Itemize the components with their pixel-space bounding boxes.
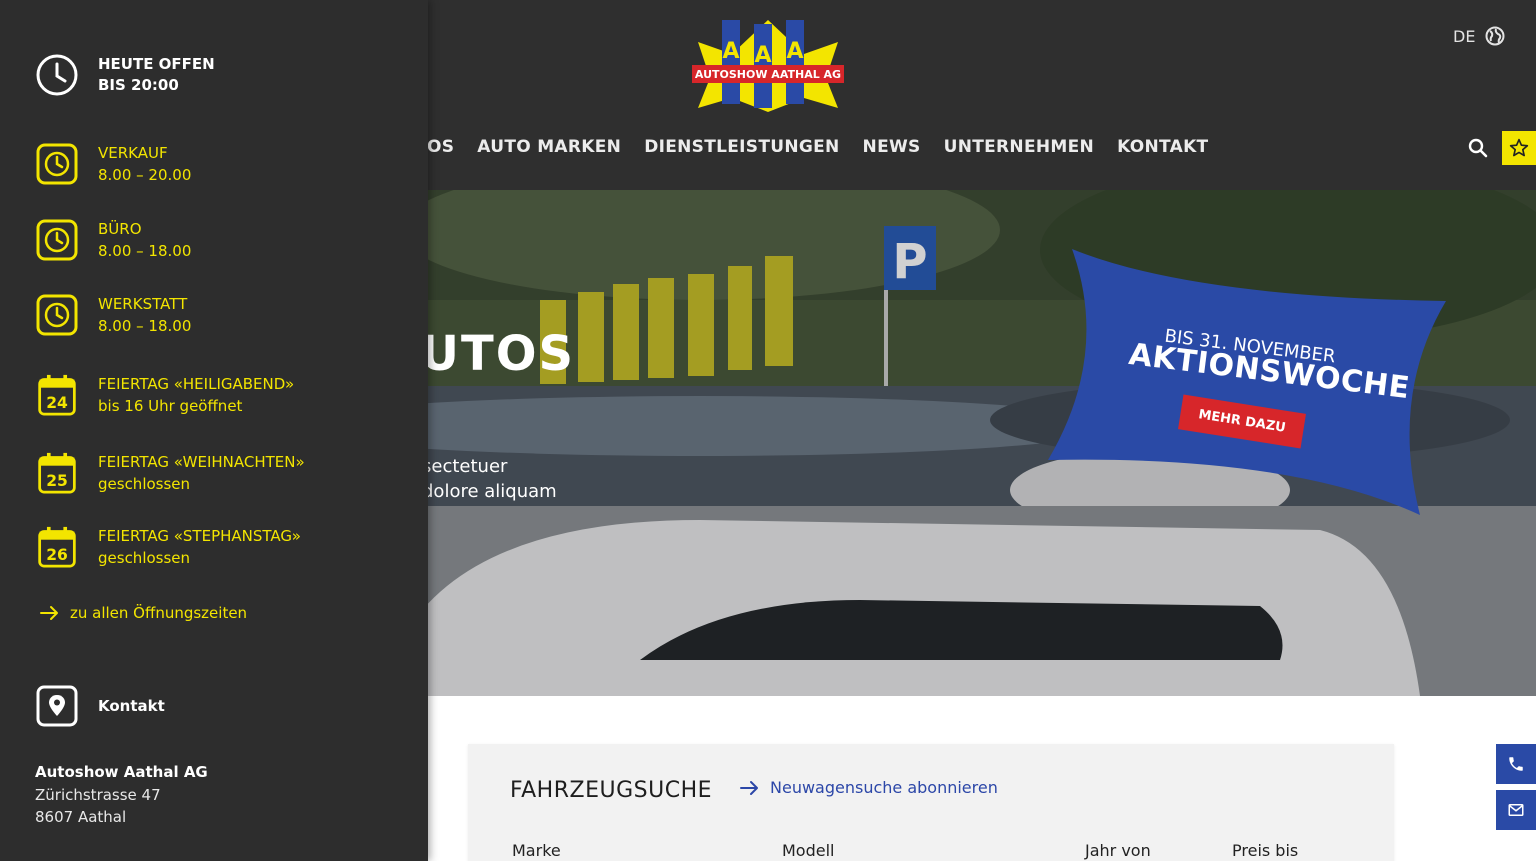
- calendar-day: 25: [46, 472, 68, 490]
- nav-item-unternehmen[interactable]: UNTERNEHMEN: [944, 137, 1094, 157]
- clock-icon: [36, 294, 78, 336]
- company-city: 8607 Aathal: [35, 808, 127, 826]
- field-label-modell: Modell: [782, 841, 835, 860]
- hours-item-buero: BÜRO 8.00 – 18.00: [36, 218, 191, 262]
- holiday-title: FEIERTAG «WEIHNACHTEN»: [98, 453, 305, 471]
- subscribe-newcar-search-link[interactable]: Neuwagensuche abonnieren: [740, 778, 998, 797]
- hours-time: 8.00 – 20.00: [98, 166, 192, 184]
- language-label: DE: [1453, 26, 1476, 46]
- field-label-jahr-von: Jahr von: [1085, 841, 1151, 860]
- logo[interactable]: A A A AUTOSHOW AATHAL AG: [692, 20, 844, 112]
- nav-item-dienstleistungen[interactable]: DIENSTLEISTUNGEN: [644, 137, 839, 157]
- mail-icon: [1508, 804, 1524, 816]
- subscribe-link-label: Neuwagensuche abonnieren: [770, 778, 998, 797]
- holiday-note: bis 16 Uhr geöffnet: [98, 397, 243, 415]
- holiday-item-stephanstag: 26 FEIERTAG «STEPHANSTAG» geschlossen: [36, 525, 301, 569]
- hours-title: BÜRO: [98, 220, 142, 238]
- holiday-note: geschlossen: [98, 549, 191, 567]
- field-label-preis-bis: Preis bis: [1232, 841, 1299, 860]
- today-open-line2: BIS 20:00: [98, 76, 179, 94]
- logo-letter-3: A: [786, 39, 803, 64]
- nav-item-auto-marken[interactable]: AUTO MARKEN: [477, 137, 621, 157]
- favorites-button[interactable]: [1502, 131, 1536, 165]
- opening-hours-panel: HEUTE OFFEN BIS 20:00 VERKAUF 8.00 – 20.…: [0, 0, 428, 861]
- company-name: Autoshow Aathal AG: [35, 763, 208, 781]
- star-icon: [1509, 138, 1529, 157]
- holiday-note: geschlossen: [98, 475, 191, 493]
- holiday-title: FEIERTAG «STEPHANSTAG»: [98, 527, 301, 545]
- contact-label: Kontakt: [98, 697, 165, 715]
- holiday-item-heiligabend: 24 FEIERTAG «HEILIGABEND» bis 16 Uhr geö…: [36, 373, 294, 417]
- all-opening-hours-link[interactable]: zu allen Öffnungszeiten: [40, 604, 247, 622]
- hero-title: UTOS: [420, 326, 576, 382]
- field-label-marke: Marke: [512, 841, 561, 860]
- calendar-icon: 24: [38, 374, 76, 416]
- hours-item-werkstatt: WERKSTATT 8.00 – 18.00: [36, 293, 191, 337]
- location-pin-icon: [36, 685, 78, 727]
- nav-item-kontakt[interactable]: KONTAKT: [1117, 137, 1208, 157]
- company-street: Zürichstrasse 47: [35, 785, 161, 804]
- hours-item-verkauf: VERKAUF 8.00 – 20.00: [36, 142, 191, 186]
- hero-text-line-1: sectetuer: [422, 456, 508, 477]
- logo-letter-2: A: [754, 43, 771, 68]
- logo-name: AUTOSHOW AATHAL AG: [695, 68, 841, 81]
- hours-title: WERKSTATT: [98, 295, 188, 313]
- clock-icon: [36, 219, 78, 261]
- contact-link[interactable]: Kontakt: [36, 685, 165, 727]
- phone-button[interactable]: [1496, 744, 1536, 784]
- calendar-day: 26: [46, 546, 68, 564]
- email-button[interactable]: [1496, 790, 1536, 830]
- nav-item-autos[interactable]: OS: [427, 137, 454, 157]
- clock-icon: [36, 143, 78, 185]
- arrow-right-icon: [40, 606, 58, 620]
- hours-title: VERKAUF: [98, 144, 168, 162]
- company-address: Autoshow Aathal AG Zürichstrasse 47 8607…: [35, 761, 208, 829]
- phone-icon: [1509, 757, 1523, 771]
- main-navigation: OS AUTO MARKEN DIENSTLEISTUNGEN NEWS UNT…: [427, 137, 1208, 157]
- clock-icon: [36, 54, 78, 96]
- hours-time: 8.00 – 18.00: [98, 242, 192, 260]
- calendar-icon: 26: [38, 526, 76, 568]
- today-open-line1: HEUTE OFFEN: [98, 55, 215, 73]
- hours-time: 8.00 – 18.00: [98, 317, 192, 335]
- all-hours-label: zu allen Öffnungszeiten: [70, 604, 248, 622]
- globe-icon: [1485, 26, 1505, 46]
- language-switcher[interactable]: DE: [1453, 26, 1505, 46]
- calendar-icon: 25: [38, 452, 76, 494]
- nav-item-news[interactable]: NEWS: [863, 137, 921, 157]
- today-open-status: HEUTE OFFEN BIS 20:00: [36, 54, 215, 96]
- logo-letter-1: A: [722, 39, 739, 64]
- arrow-right-icon: [740, 780, 758, 795]
- holiday-item-weihnachten: 25 FEIERTAG «WEIHNACHTEN» geschlossen: [36, 451, 305, 495]
- vehicle-search-title: FAHRZEUGSUCHE: [510, 778, 713, 803]
- calendar-day: 24: [46, 394, 68, 412]
- holiday-title: FEIERTAG «HEILIGABEND»: [98, 375, 295, 393]
- hero-text: sectetuer dolore aliquam: [422, 454, 557, 504]
- search-icon[interactable]: [1466, 136, 1490, 160]
- hero-text-line-2: dolore aliquam: [422, 481, 557, 502]
